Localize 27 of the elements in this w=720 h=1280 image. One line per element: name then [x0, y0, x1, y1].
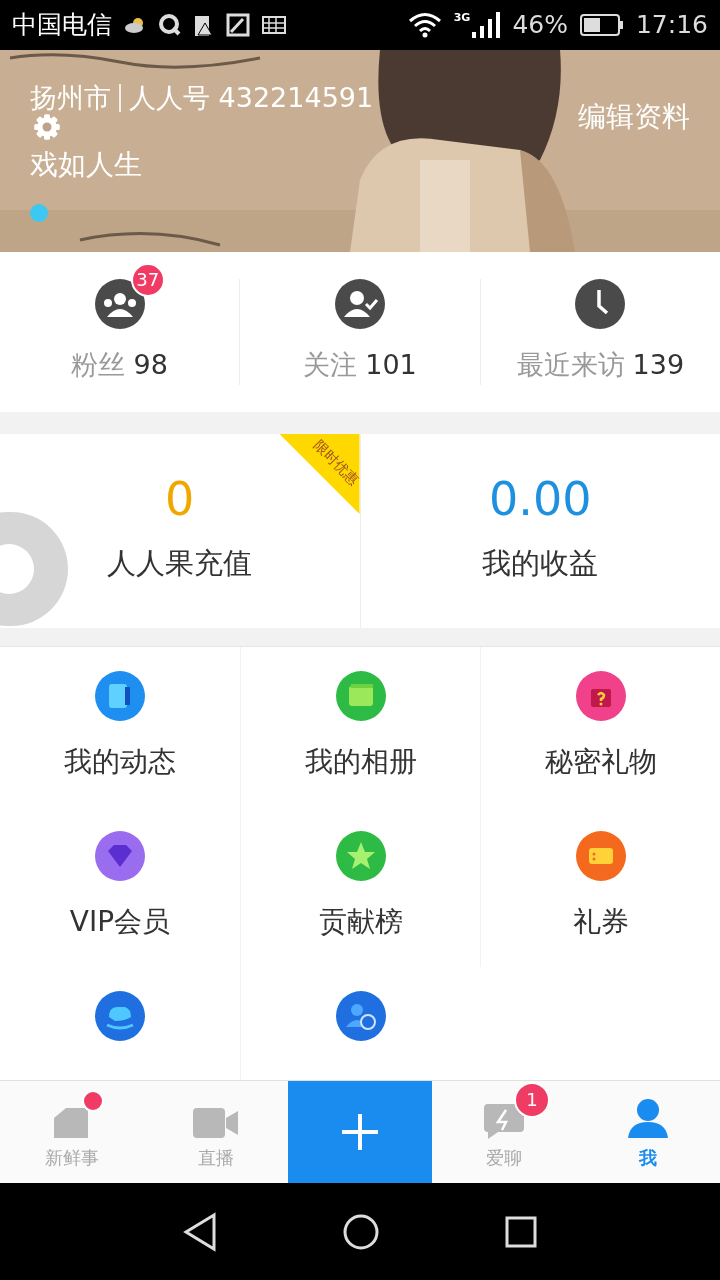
stat-label: 粉丝	[71, 347, 126, 382]
menu-item-label[interactable]: 秘密礼物	[544, 741, 657, 783]
wallet-label[interactable]: 人人果充值	[107, 542, 253, 586]
notification-badge: 1	[514, 1081, 550, 1118]
stat-count: 139	[632, 347, 685, 382]
stat-label: 最近来访	[516, 347, 625, 382]
user-name: 戏如人生	[30, 147, 142, 183]
notification-badge: 37	[130, 262, 165, 297]
network-type: 3G	[453, 12, 471, 23]
account-number: 人人号 432214591	[129, 81, 374, 115]
menu-item-label[interactable]: 礼券	[572, 901, 629, 943]
balance-amount: 0.00	[489, 476, 592, 523]
menu-item-label[interactable]: 贡献榜	[318, 901, 403, 943]
tab[interactable]: 1 爱聊	[432, 1081, 576, 1183]
clock-time: 17:16	[635, 9, 708, 42]
battery-percent: 46%	[512, 9, 568, 42]
stat-count: 101	[365, 347, 417, 382]
balance-amount: 0	[165, 476, 195, 523]
location-text: 扬州市	[30, 81, 111, 115]
menu-item-label[interactable]: 我的动态	[64, 741, 176, 783]
stat-label: 关注	[303, 347, 358, 382]
promo-ribbon-text: 限时优惠	[309, 435, 363, 490]
stat-count: 98	[133, 347, 168, 382]
menu-item-label[interactable]: 我的相册	[304, 741, 417, 783]
carrier-name: 中国电信	[12, 9, 112, 42]
wallet-label[interactable]: 我的收益	[482, 542, 599, 586]
menu-item-label[interactable]: VIP会员	[69, 901, 171, 943]
